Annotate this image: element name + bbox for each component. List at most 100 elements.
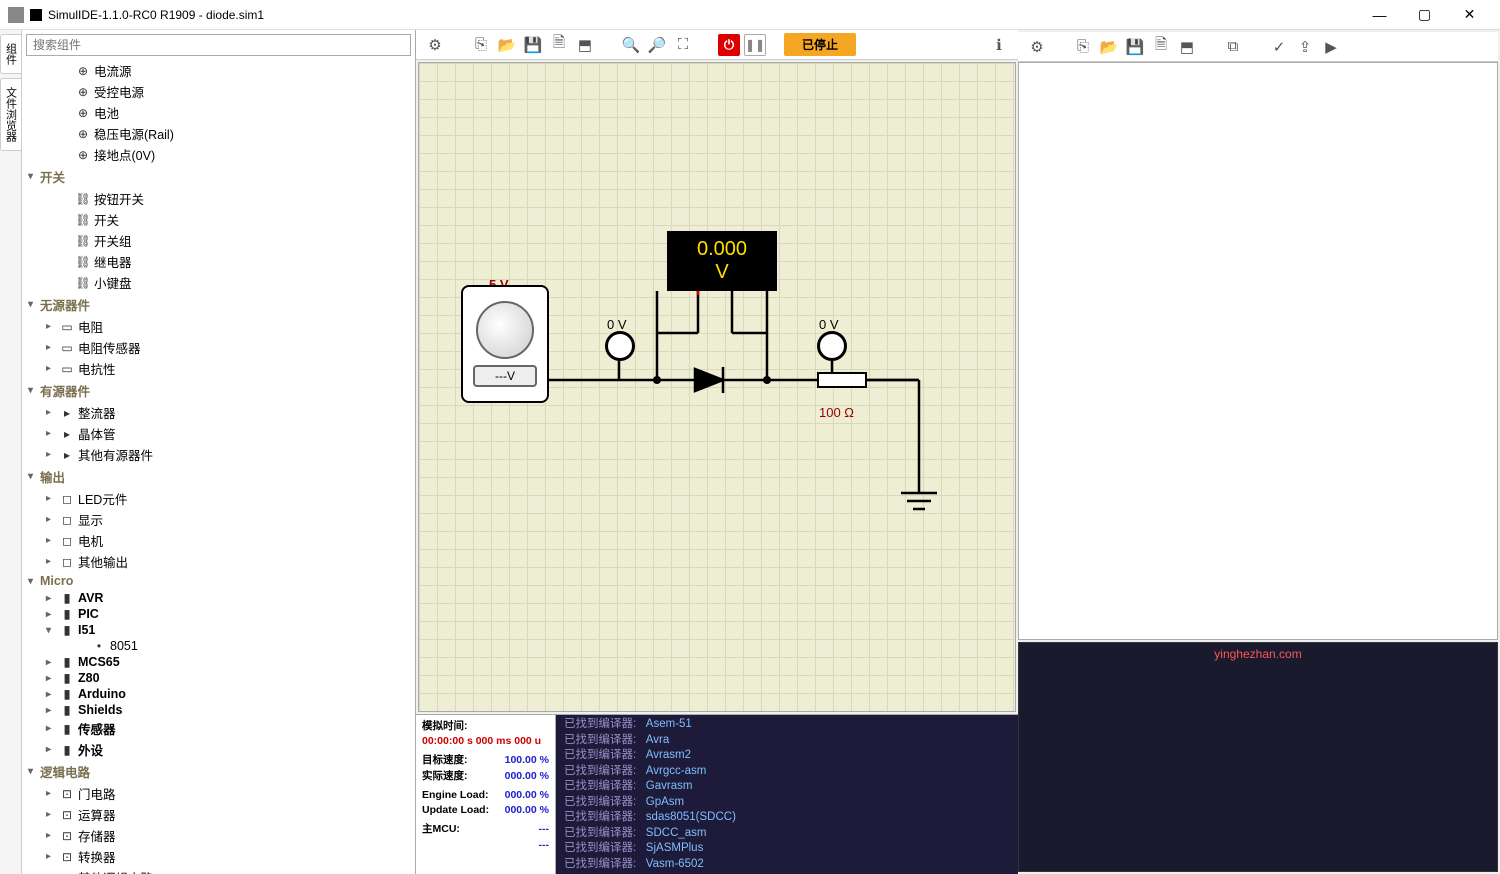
maximize-button[interactable]: ▢ <box>1402 0 1447 30</box>
tree-item[interactable]: ▸▸整流器 <box>22 402 415 423</box>
probe2-label: 0 V <box>819 317 839 332</box>
canvas-toolbar: ⚙ ⎘ 📂 💾 🗎 ⬒ 🔍 🔎 ⛶ ⏻ ❚❚ 已停止 ℹ <box>416 30 1018 60</box>
compile-icon[interactable]: ✓ <box>1268 36 1290 58</box>
circuit-canvas[interactable]: 0.000 V 5 V ---V 0 V 0 V 100 Ω <box>418 62 1016 712</box>
dial-icon[interactable] <box>476 301 534 359</box>
console-line: 已找到编译器: Avra <box>564 733 1010 749</box>
tree-item[interactable]: •8051 <box>22 638 415 654</box>
sim-status-icon <box>30 9 42 21</box>
voltmeter-unit: V <box>715 261 728 284</box>
tree-item[interactable]: ⛓小键盘 <box>22 272 415 293</box>
resistor[interactable] <box>817 372 867 388</box>
console-line: 已找到编译器: sdas8051(SDCC) <box>564 810 1010 826</box>
editor-save-icon[interactable]: 💾 <box>1124 36 1146 58</box>
search-input[interactable] <box>26 34 411 56</box>
tree-item[interactable]: ▸▸其他有源器件 <box>22 444 415 465</box>
tree-item[interactable]: ⛓按钮开关 <box>22 188 415 209</box>
editor-settings-icon[interactable]: ⚙ <box>1026 36 1048 58</box>
editor-console[interactable]: yinghezhan.com <box>1018 642 1498 872</box>
tree-item[interactable]: ▸▮Shields <box>22 702 415 718</box>
resistor-label: 100 Ω <box>819 405 854 420</box>
zoom-in-icon[interactable]: 🔍 <box>620 34 642 56</box>
tree-item[interactable]: ▸▮传感器 <box>22 718 415 739</box>
zoom-out-icon[interactable]: 🔎 <box>646 34 668 56</box>
import-icon[interactable]: ⬒ <box>574 34 596 56</box>
find-icon[interactable]: ⧉ <box>1222 36 1244 58</box>
open-icon[interactable]: 📂 <box>496 34 518 56</box>
close-button[interactable]: ✕ <box>1447 0 1492 30</box>
tree-item[interactable]: ▸▮外设 <box>22 739 415 760</box>
probe1[interactable] <box>605 331 635 361</box>
tree-item[interactable]: ⊕受控电源 <box>22 81 415 102</box>
tree-category[interactable]: ▾开关 <box>22 165 415 188</box>
tree-item[interactable]: ▸⊡其他逻辑电路 <box>22 867 415 874</box>
code-editor[interactable] <box>1018 62 1498 640</box>
tree-category[interactable]: ▾Micro <box>22 572 415 590</box>
tree-item[interactable]: ▸◻其他输出 <box>22 551 415 572</box>
tree-item[interactable]: ▸▮Arduino <box>22 686 415 702</box>
tree-item[interactable]: ⊕电池 <box>22 102 415 123</box>
tree-item[interactable]: ▸⊡存储器 <box>22 825 415 846</box>
tab-components[interactable]: 组件 <box>0 34 22 74</box>
info-icon[interactable]: ℹ <box>988 34 1010 56</box>
editor-saveas-icon[interactable]: 🗎 <box>1150 36 1172 58</box>
voltage-source[interactable]: ---V <box>461 285 549 403</box>
voltmeter[interactable]: 0.000 V <box>667 231 777 291</box>
watermark: yinghezhan.com <box>1214 647 1301 661</box>
sim-status[interactable]: 已停止 <box>784 33 856 56</box>
tree-item[interactable]: ⛓开关组 <box>22 230 415 251</box>
tree-item[interactable]: ▸▮AVR <box>22 590 415 606</box>
tree-item[interactable]: ▾▮I51 <box>22 622 415 638</box>
tree-category[interactable]: ▾有源器件 <box>22 379 415 402</box>
tree-item[interactable]: ▸▭电阻 <box>22 316 415 337</box>
save-icon[interactable]: 💾 <box>522 34 544 56</box>
editor-toolbar: ⚙ ⎘ 📂 💾 🗎 ⬒ ⧉ ✓ ⇪ ▶ <box>1018 32 1498 62</box>
window-title: SimulIDE-1.1.0-RC0 R1909 - diode.sim1 <box>48 8 1357 22</box>
console-line: 已找到编译器: Avrgcc-asm <box>564 764 1010 780</box>
console-line: 已找到编译器: SDCC_asm <box>564 826 1010 842</box>
power-button[interactable]: ⏻ <box>718 34 740 56</box>
side-tabs: 组件 文件浏览器 <box>0 30 22 874</box>
tree-item[interactable]: ▸⊡运算器 <box>22 804 415 825</box>
tree-item[interactable]: ⛓开关 <box>22 209 415 230</box>
settings-icon[interactable]: ⚙ <box>424 34 446 56</box>
tree-item[interactable]: ▸◻电机 <box>22 530 415 551</box>
tree-item[interactable]: ▸▮PIC <box>22 606 415 622</box>
tree-item[interactable]: ▸▸晶体管 <box>22 423 415 444</box>
pause-button[interactable]: ❚❚ <box>744 34 766 56</box>
tab-file-browser[interactable]: 文件浏览器 <box>0 78 22 151</box>
compiler-console[interactable]: 已找到编译器: Asem-51已找到编译器: Avra已找到编译器: Avras… <box>556 715 1018 874</box>
console-line: 已找到编译器: Gavrasm <box>564 779 1010 795</box>
debug-icon[interactable]: ▶ <box>1320 36 1342 58</box>
editor-new-icon[interactable]: ⎘ <box>1072 36 1094 58</box>
tree-item[interactable]: ⊕接地点(0V) <box>22 144 415 165</box>
console-line: 已找到编译器: Asem-51 <box>564 717 1010 733</box>
editor-import-icon[interactable]: ⬒ <box>1176 36 1198 58</box>
tree-item[interactable]: ▸⊡转换器 <box>22 846 415 867</box>
tree-item[interactable]: ▸▮Z80 <box>22 670 415 686</box>
tree-item[interactable]: ⊕稳压电源(Rail) <box>22 123 415 144</box>
tree-category[interactable]: ▾输出 <box>22 465 415 488</box>
tree-item[interactable]: ▸▮MCS65 <box>22 654 415 670</box>
saveas-icon[interactable]: 🗎 <box>548 34 570 56</box>
editor-open-icon[interactable]: 📂 <box>1098 36 1120 58</box>
source-display: ---V <box>473 365 537 387</box>
probe2[interactable] <box>817 331 847 361</box>
minimize-button[interactable]: — <box>1357 0 1402 30</box>
probe1-label: 0 V <box>607 317 627 332</box>
tree-category[interactable]: ▾无源器件 <box>22 293 415 316</box>
upload-icon[interactable]: ⇪ <box>1294 36 1316 58</box>
tree-item[interactable]: ▸▭电抗性 <box>22 358 415 379</box>
tree-item[interactable]: ▸▭电阻传感器 <box>22 337 415 358</box>
tree-item[interactable]: ⛓继电器 <box>22 251 415 272</box>
tree-item[interactable]: ▸◻显示 <box>22 509 415 530</box>
component-panel: ⊕电流源⊕受控电源⊕电池⊕稳压电源(Rail)⊕接地点(0V)▾开关⛓按钮开关⛓… <box>22 30 416 874</box>
tree-item[interactable]: ▸◻LED元件 <box>22 488 415 509</box>
component-tree[interactable]: ⊕电流源⊕受控电源⊕电池⊕稳压电源(Rail)⊕接地点(0V)▾开关⛓按钮开关⛓… <box>22 60 415 874</box>
tree-item[interactable]: ▸⊡门电路 <box>22 783 415 804</box>
tree-category[interactable]: ▾逻辑电路 <box>22 760 415 783</box>
new-icon[interactable]: ⎘ <box>470 34 492 56</box>
console-line: 已找到编译器: GpAsm <box>564 795 1010 811</box>
zoom-fit-icon[interactable]: ⛶ <box>672 34 694 56</box>
tree-item[interactable]: ⊕电流源 <box>22 60 415 81</box>
